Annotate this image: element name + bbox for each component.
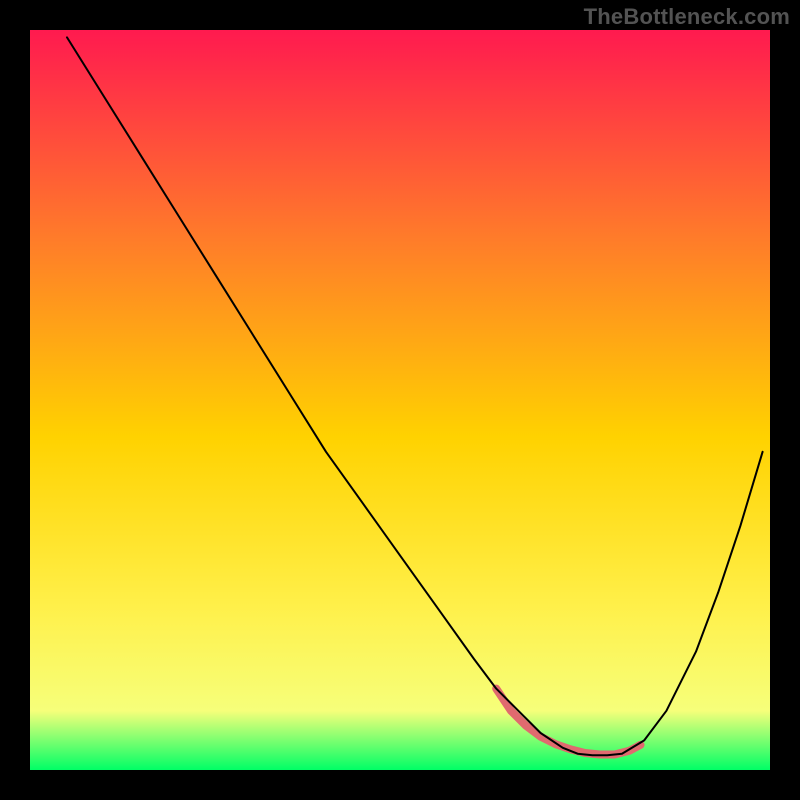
watermark-text: TheBottleneck.com [584,4,790,30]
chart-root: TheBottleneck.com [0,0,800,800]
chart-svg [0,0,800,800]
plot-background [30,30,770,770]
